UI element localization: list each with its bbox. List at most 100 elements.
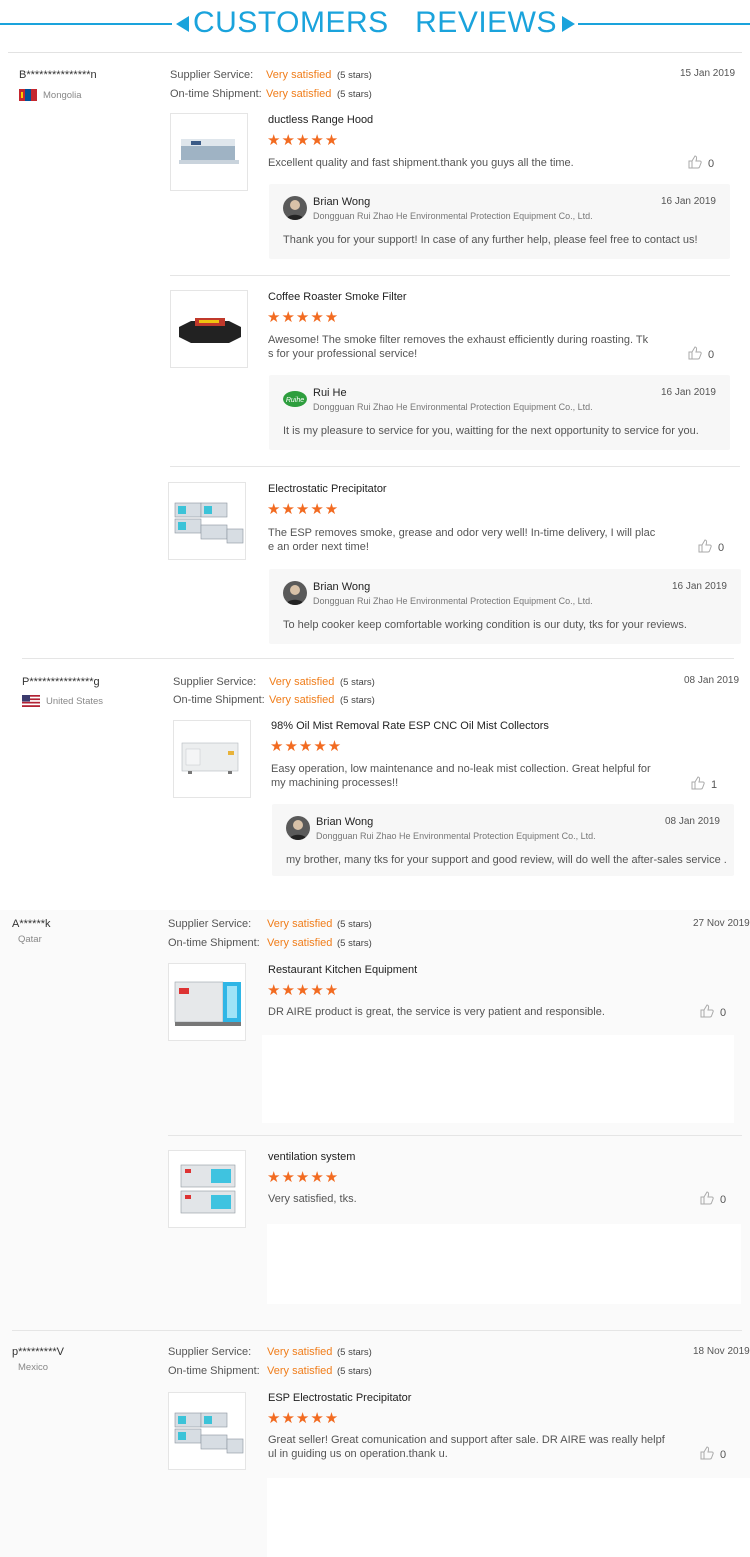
- like-count: 1: [711, 778, 718, 791]
- reply-company: Dongguan Rui Zhao He Environmental Prote…: [313, 402, 593, 412]
- shipment-value: Very satisfied: [269, 694, 335, 706]
- customer-country: United States: [22, 695, 103, 707]
- shipment-stars: (5 stars): [340, 695, 375, 706]
- shipment-value: Very satisfied: [267, 937, 333, 949]
- like-button[interactable]: 0: [700, 1004, 726, 1021]
- product-title[interactable]: ventilation system: [268, 1151, 355, 1163]
- country-label: Mongolia: [43, 89, 82, 101]
- reply-date: 16 Jan 2019: [671, 581, 727, 592]
- reply-text: my brother, many tks for your support an…: [286, 854, 727, 866]
- rating-stars-icon: ★★★★★: [267, 1169, 340, 1186]
- divider: [8, 52, 742, 53]
- reviews-banner: CUSTOMERS REVIEWS: [0, 0, 750, 50]
- mongolia-flag-icon: [19, 89, 37, 101]
- avatar: [283, 581, 307, 605]
- supplier-service-stars: (5 stars): [337, 919, 372, 930]
- like-count: 0: [708, 157, 715, 170]
- product-thumbnail[interactable]: [168, 482, 246, 560]
- review-text: Great seller! Great comunication and sup…: [268, 1433, 665, 1461]
- shipment-label: On-time Shipment:: [168, 1365, 260, 1377]
- rating-stars-icon: ★★★★★: [267, 1410, 340, 1427]
- empty-reply-area: [262, 1035, 734, 1123]
- review-text: Excellent quality and fast shipment.than…: [268, 157, 574, 169]
- review-date: 18 Nov 2019: [693, 1346, 750, 1357]
- review-text: The ESP removes smoke, grease and odor v…: [268, 526, 655, 554]
- supplier-reply: Brian Wong Dongguan Rui Zhao He Environm…: [269, 184, 730, 259]
- product-title[interactable]: 98% Oil Mist Removal Rate ESP CNC Oil Mi…: [271, 720, 549, 732]
- reply-text: To help cooker keep comfortable working …: [283, 619, 687, 631]
- reply-date: 08 Jan 2019: [664, 816, 720, 827]
- product-title[interactable]: Electrostatic Precipitator: [268, 483, 387, 495]
- like-count: 0: [720, 1193, 727, 1206]
- reply-date: 16 Jan 2019: [660, 387, 716, 398]
- us-flag-icon: [22, 695, 40, 707]
- like-count: 0: [718, 541, 725, 554]
- supplier-service-value: Very satisfied: [266, 69, 332, 81]
- reply-author: Rui He: [313, 387, 347, 399]
- empty-reply-area: [267, 1224, 741, 1304]
- supplier-reply: Brian Wong Dongguan Rui Zhao He Environm…: [269, 569, 741, 644]
- svg-text:Ruihe: Ruihe: [286, 397, 304, 404]
- shipment-value: Very satisfied: [267, 1365, 333, 1377]
- product-title[interactable]: Restaurant Kitchen Equipment: [268, 964, 417, 976]
- reply-company: Dongguan Rui Zhao He Environmental Prote…: [316, 831, 596, 841]
- ruihe-logo-icon: Ruihe: [283, 387, 307, 411]
- product-title[interactable]: ductless Range Hood: [268, 114, 373, 126]
- product-thumbnail[interactable]: [168, 963, 246, 1041]
- supplier-reply: Brian Wong Dongguan Rui Zhao He Environm…: [272, 804, 734, 876]
- thumbs-up-icon: [688, 155, 702, 172]
- divider: [170, 275, 730, 276]
- reply-company: Dongguan Rui Zhao He Environmental Prote…: [313, 211, 593, 221]
- supplier-service-label: Supplier Service:: [173, 676, 257, 688]
- review-line: s for your professional service!: [268, 348, 418, 360]
- product-title[interactable]: Coffee Roaster Smoke Filter: [268, 291, 407, 303]
- shipment-stars: (5 stars): [337, 1366, 372, 1377]
- thumbs-up-icon: [691, 776, 705, 793]
- like-button[interactable]: 0: [700, 1191, 726, 1208]
- review-date: 15 Jan 2019: [680, 68, 736, 79]
- review-line: The ESP removes smoke, grease and odor v…: [268, 527, 656, 539]
- review-line: Great seller! Great comunication and sup…: [268, 1434, 665, 1446]
- country-label: United States: [46, 695, 104, 707]
- product-thumbnail[interactable]: [168, 1392, 246, 1470]
- product-thumbnail[interactable]: [170, 290, 248, 368]
- customer-name: A******k: [12, 918, 51, 930]
- avatar: [283, 196, 307, 220]
- reply-company: Dongguan Rui Zhao He Environmental Prote…: [313, 596, 593, 606]
- review-line: my machining processes!!: [271, 777, 399, 789]
- rating-stars-icon: ★★★★★: [270, 738, 343, 755]
- rating-stars-icon: ★★★★★: [267, 982, 340, 999]
- like-button[interactable]: 0: [688, 346, 714, 363]
- country-label: Qatar: [18, 934, 42, 945]
- review-line: Awesome! The smoke filter removes the ex…: [268, 334, 649, 346]
- reply-text: Thank you for your support! In case of a…: [283, 234, 698, 246]
- rating-stars-icon: ★★★★★: [267, 132, 340, 149]
- shipment-label: On-time Shipment:: [168, 937, 260, 949]
- supplier-reply: Ruihe Rui He Dongguan Rui Zhao He Enviro…: [269, 375, 730, 450]
- customer-country: Mexico: [18, 1362, 48, 1373]
- product-thumbnail[interactable]: [170, 113, 248, 191]
- like-button[interactable]: 0: [688, 155, 714, 172]
- product-thumbnail[interactable]: [168, 1150, 246, 1228]
- supplier-service-value: Very satisfied: [267, 1346, 333, 1358]
- review-text: Easy operation, low maintenance and no-l…: [271, 762, 651, 790]
- avatar: [286, 816, 310, 840]
- divider: [168, 1135, 742, 1136]
- review-line: Easy operation, low maintenance and no-l…: [271, 763, 651, 775]
- thumbs-up-icon: [688, 346, 702, 363]
- like-button[interactable]: 0: [700, 1446, 726, 1463]
- product-thumbnail[interactable]: [173, 720, 251, 798]
- like-button[interactable]: 1: [691, 776, 717, 793]
- thumbs-up-icon: [700, 1004, 714, 1021]
- rating-stars-icon: ★★★★★: [267, 309, 340, 326]
- reply-text: It is my pleasure to service for you, wa…: [283, 425, 699, 437]
- supplier-service-label: Supplier Service:: [168, 918, 252, 930]
- like-button[interactable]: 0: [698, 539, 724, 556]
- reply-author: Brian Wong: [313, 196, 371, 208]
- customer-country: Mongolia: [19, 89, 82, 101]
- review-text: Very satisfied, tks.: [268, 1193, 357, 1205]
- shipment-label: On-time Shipment:: [170, 88, 262, 100]
- review-date: 27 Nov 2019: [693, 918, 750, 929]
- product-title[interactable]: ESP Electrostatic Precipitator: [268, 1392, 411, 1404]
- supplier-service-value: Very satisfied: [269, 676, 335, 688]
